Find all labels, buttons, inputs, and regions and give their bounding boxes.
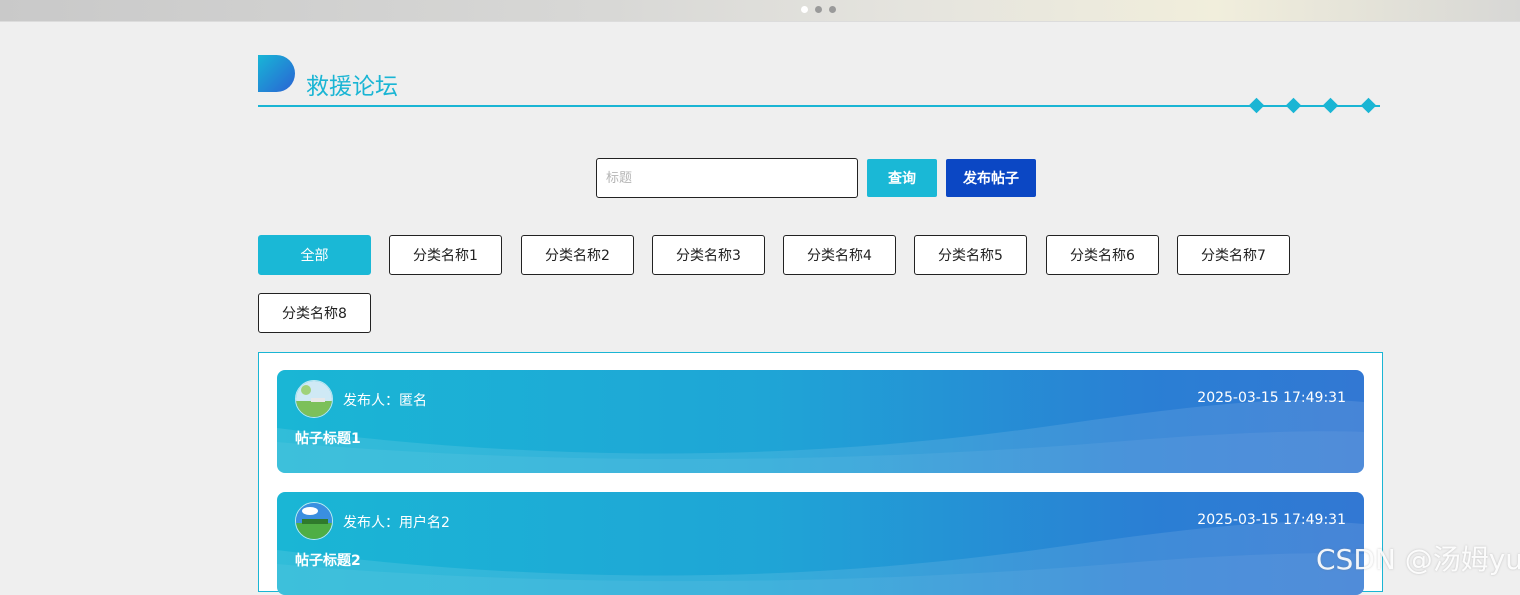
carousel-indicators (801, 6, 836, 13)
category-item[interactable]: 分类名称3 (652, 235, 765, 275)
carousel-dot-3[interactable] (829, 6, 836, 13)
diamond-icon (1285, 97, 1302, 114)
post-author: 发布人：用户名2 (343, 512, 450, 532)
diamond-icon (1248, 97, 1265, 114)
avatar (295, 380, 333, 418)
diamond-icon (1322, 97, 1339, 114)
query-button[interactable]: 查询 (867, 159, 937, 197)
category-item[interactable]: 分类名称8 (258, 293, 371, 333)
category-item[interactable]: 分类名称6 (1046, 235, 1159, 275)
carousel-dot-2[interactable] (815, 6, 822, 13)
post-author: 发布人：匿名 (343, 390, 427, 410)
category-item[interactable]: 分类名称7 (1177, 235, 1290, 275)
diamond-icon (1360, 97, 1377, 114)
section-divider (258, 105, 1380, 107)
post-timestamp: 2025-03-15 17:49:31 (1197, 512, 1346, 528)
category-item[interactable]: 分类名称4 (783, 235, 896, 275)
category-item[interactable]: 分类名称1 (389, 235, 502, 275)
category-item[interactable]: 分类名称5 (914, 235, 1027, 275)
category-item[interactable]: 分类名称2 (521, 235, 634, 275)
post-list: 发布人：匿名 2025-03-15 17:49:31 帖子标题1 发布人：用户名… (258, 352, 1383, 595)
category-all[interactable]: 全部 (258, 235, 371, 275)
card-wave-decoration (277, 399, 1364, 473)
author-name: 用户名2 (399, 515, 450, 531)
post-title[interactable]: 帖子标题1 (295, 428, 361, 448)
post-card[interactable]: 发布人：匿名 2025-03-15 17:49:31 帖子标题1 (277, 370, 1364, 473)
carousel-dot-1[interactable] (801, 6, 808, 13)
publish-post-button[interactable]: 发布帖子 (946, 159, 1036, 197)
search-input[interactable] (596, 158, 858, 198)
section-logo-icon (258, 55, 295, 92)
section-title: 救援论坛 (306, 74, 398, 100)
author-prefix: 发布人： (343, 393, 399, 409)
post-timestamp: 2025-03-15 17:49:31 (1197, 390, 1346, 406)
author-name: 匿名 (399, 393, 427, 409)
post-card[interactable]: 发布人：用户名2 2025-03-15 17:49:31 帖子标题2 (277, 492, 1364, 595)
avatar (295, 502, 333, 540)
card-wave-decoration (277, 521, 1364, 595)
watermark: CSDN @汤姆yu (1316, 543, 1520, 576)
section-header: 救援论坛 (258, 55, 1380, 115)
post-title[interactable]: 帖子标题2 (295, 550, 361, 570)
banner-carousel[interactable] (0, 0, 1520, 22)
author-prefix: 发布人： (343, 515, 399, 531)
